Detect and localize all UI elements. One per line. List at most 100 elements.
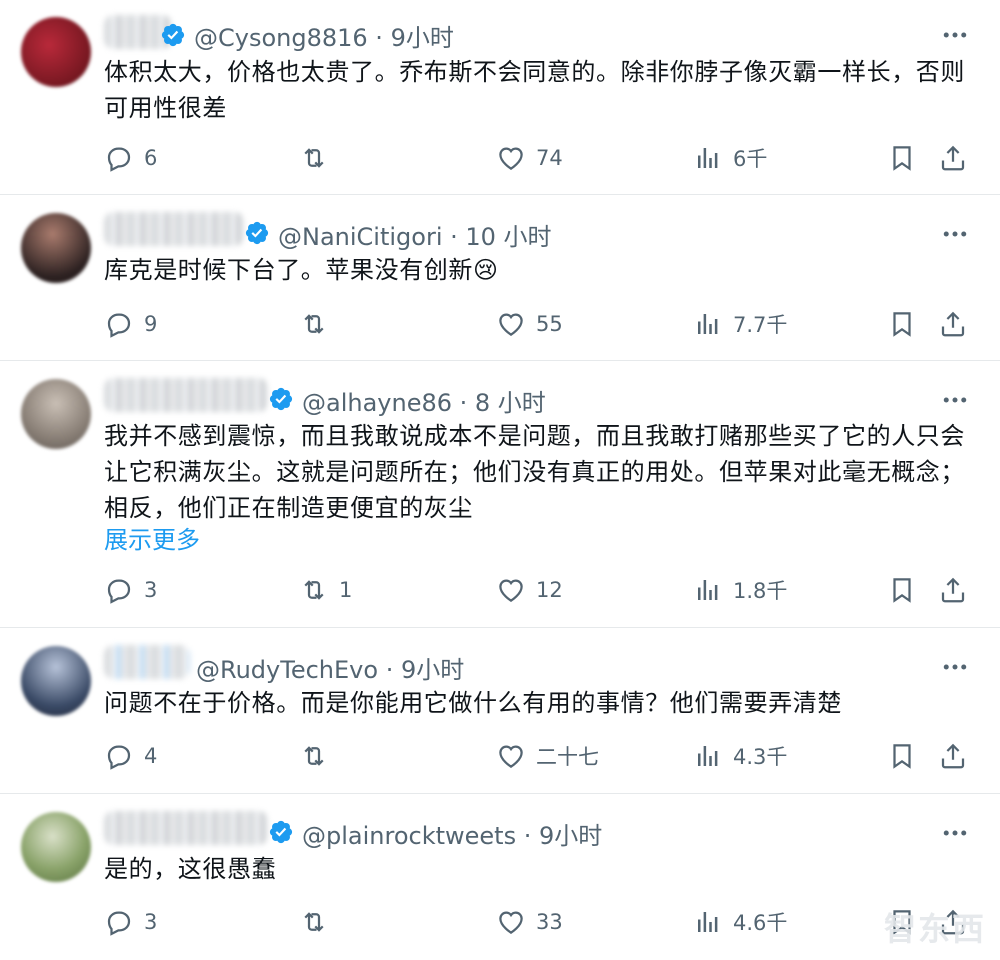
avatar[interactable] bbox=[21, 646, 91, 716]
reply-count: 3 bbox=[144, 578, 158, 602]
reply-count: 6 bbox=[144, 146, 158, 170]
reply-button[interactable]: 3 bbox=[104, 905, 157, 939]
retweet-icon bbox=[304, 912, 324, 932]
verified-badge-icon bbox=[269, 820, 293, 844]
views-chart-icon bbox=[698, 314, 718, 334]
verified-badge-icon bbox=[161, 23, 185, 47]
tweet-text: 是的，这很愚蠢 bbox=[104, 855, 277, 883]
blurred-display-name bbox=[104, 212, 244, 246]
user-handle[interactable]: @NaniCitigori bbox=[278, 223, 443, 251]
heart-icon bbox=[499, 313, 523, 336]
blurred-display-name bbox=[104, 645, 190, 679]
share-icon[interactable] bbox=[938, 741, 968, 771]
views-button[interactable]: 1.8千 bbox=[693, 573, 787, 607]
view-count: 1.8千 bbox=[733, 579, 788, 603]
user-handle[interactable]: @RudyTechEvo bbox=[196, 656, 378, 684]
verified-badge-icon bbox=[269, 387, 293, 411]
tweet-text: 问题不在于价格。而是你能用它做什么有用的事情？他们需要弄清楚 bbox=[104, 689, 842, 717]
share-icon[interactable] bbox=[938, 575, 968, 605]
tweet-meta: @Cysong8816 · 9小时 bbox=[194, 24, 454, 52]
heart-icon bbox=[499, 579, 523, 602]
retweet-icon bbox=[304, 148, 324, 168]
reply-tweet[interactable]: @alhayne86 · 8 小时 我并不感到震惊，而且我敢说成本不是问题，而且… bbox=[0, 361, 1000, 628]
retweet-icon bbox=[304, 580, 324, 600]
like-count: 33 bbox=[536, 910, 563, 934]
avatar[interactable] bbox=[21, 812, 91, 882]
view-count: 4.3千 bbox=[733, 745, 788, 769]
more-dots-icon[interactable] bbox=[940, 385, 970, 415]
timestamp[interactable]: 9小时 bbox=[391, 24, 454, 52]
avatar[interactable] bbox=[21, 213, 91, 283]
reply-tweet[interactable]: @NaniCitigori · 10 小时 库克是时候下台了。苹果没有创新😢 9… bbox=[0, 195, 1000, 361]
reply-icon bbox=[107, 313, 131, 338]
bookmark-icon[interactable] bbox=[887, 575, 917, 605]
views-chart-icon bbox=[698, 912, 718, 932]
reply-tweet[interactable]: @Cysong8816 · 9小时 体积太大，价格也太贵了。乔布斯不会同意的。除… bbox=[0, 0, 1000, 195]
reply-tweet[interactable]: @RudyTechEvo · 9小时 问题不在于价格。而是你能用它做什么有用的事… bbox=[0, 628, 1000, 794]
avatar[interactable] bbox=[21, 379, 91, 449]
user-handle[interactable]: @alhayne86 bbox=[302, 389, 452, 417]
avatar[interactable] bbox=[21, 17, 91, 87]
bookmark-icon[interactable] bbox=[887, 309, 917, 339]
views-button[interactable]: 4.3千 bbox=[693, 739, 787, 773]
timestamp[interactable]: 8 小时 bbox=[475, 389, 546, 417]
retweet-button[interactable] bbox=[299, 307, 339, 341]
tweet-text: 库克是时候下台了。苹果没有创新😢 bbox=[104, 256, 499, 284]
timestamp[interactable]: 10 小时 bbox=[465, 223, 551, 251]
bookmark-icon[interactable] bbox=[887, 741, 917, 771]
heart-icon bbox=[499, 911, 523, 934]
more-dots-icon[interactable] bbox=[940, 652, 970, 682]
blurred-display-name bbox=[104, 378, 268, 412]
views-chart-icon bbox=[698, 148, 718, 168]
reply-icon bbox=[107, 745, 131, 770]
retweet-button[interactable] bbox=[299, 739, 339, 773]
heart-icon bbox=[499, 745, 523, 768]
views-chart-icon bbox=[698, 580, 718, 600]
reply-tweet[interactable]: @plainrocktweets · 9小时 是的，这很愚蠢 3 33 4.6千 bbox=[0, 794, 1000, 960]
reply-count: 4 bbox=[144, 744, 158, 768]
tweet-text: 我并不感到震惊，而且我敢说成本不是问题，而且我敢打赌那些买了它的人只会让它积满灰… bbox=[104, 422, 965, 522]
like-count: 二十七 bbox=[536, 745, 599, 769]
timestamp[interactable]: 9小时 bbox=[539, 822, 602, 850]
reply-button[interactable]: 9 bbox=[104, 307, 157, 341]
like-button[interactable]: 55 bbox=[496, 307, 563, 341]
show-more-link[interactable]: 展示更多 bbox=[104, 520, 200, 555]
reply-count: 9 bbox=[144, 312, 158, 336]
reply-icon bbox=[107, 147, 131, 172]
like-button[interactable]: 33 bbox=[496, 905, 563, 939]
views-button[interactable]: 4.6千 bbox=[693, 905, 787, 939]
reply-button[interactable]: 4 bbox=[104, 739, 157, 773]
verified-badge-icon bbox=[245, 221, 269, 245]
like-count: 74 bbox=[536, 146, 563, 170]
like-button[interactable]: 74 bbox=[496, 141, 563, 175]
bookmark-icon[interactable] bbox=[887, 143, 917, 173]
user-handle[interactable]: @Cysong8816 bbox=[194, 24, 368, 52]
share-icon[interactable] bbox=[938, 143, 968, 173]
retweet-icon bbox=[304, 314, 324, 334]
reply-icon bbox=[107, 911, 131, 936]
reply-icon bbox=[107, 579, 131, 604]
heart-icon bbox=[499, 147, 523, 170]
views-button[interactable]: 7.7千 bbox=[693, 307, 787, 341]
like-button[interactable]: 二十七 bbox=[496, 739, 599, 773]
blurred-display-name bbox=[104, 811, 268, 845]
retweet-button[interactable] bbox=[299, 905, 339, 939]
tweet-meta: @NaniCitigori · 10 小时 bbox=[278, 223, 552, 251]
tweet-meta: @alhayne86 · 8 小时 bbox=[302, 389, 546, 417]
view-count: 6千 bbox=[733, 147, 768, 171]
timestamp[interactable]: 9小时 bbox=[401, 656, 464, 684]
tweet-meta: @RudyTechEvo · 9小时 bbox=[196, 656, 465, 684]
reply-feed: @Cysong8816 · 9小时 体积太大，价格也太贵了。乔布斯不会同意的。除… bbox=[0, 0, 1000, 960]
reply-button[interactable]: 3 bbox=[104, 573, 157, 607]
retweet-button[interactable] bbox=[299, 141, 339, 175]
more-dots-icon[interactable] bbox=[940, 219, 970, 249]
more-dots-icon[interactable] bbox=[940, 20, 970, 50]
like-button[interactable]: 12 bbox=[496, 573, 563, 607]
views-button[interactable]: 6千 bbox=[693, 141, 767, 175]
user-handle[interactable]: @plainrocktweets bbox=[302, 822, 516, 850]
share-icon[interactable] bbox=[938, 309, 968, 339]
reply-button[interactable]: 6 bbox=[104, 141, 157, 175]
more-dots-icon[interactable] bbox=[940, 818, 970, 848]
retweet-button[interactable]: 1 bbox=[299, 573, 352, 607]
tweet-text: 体积太大，价格也太贵了。乔布斯不会同意的。除非你脖子像灭霸一样长，否则可用性很差 bbox=[104, 58, 965, 122]
